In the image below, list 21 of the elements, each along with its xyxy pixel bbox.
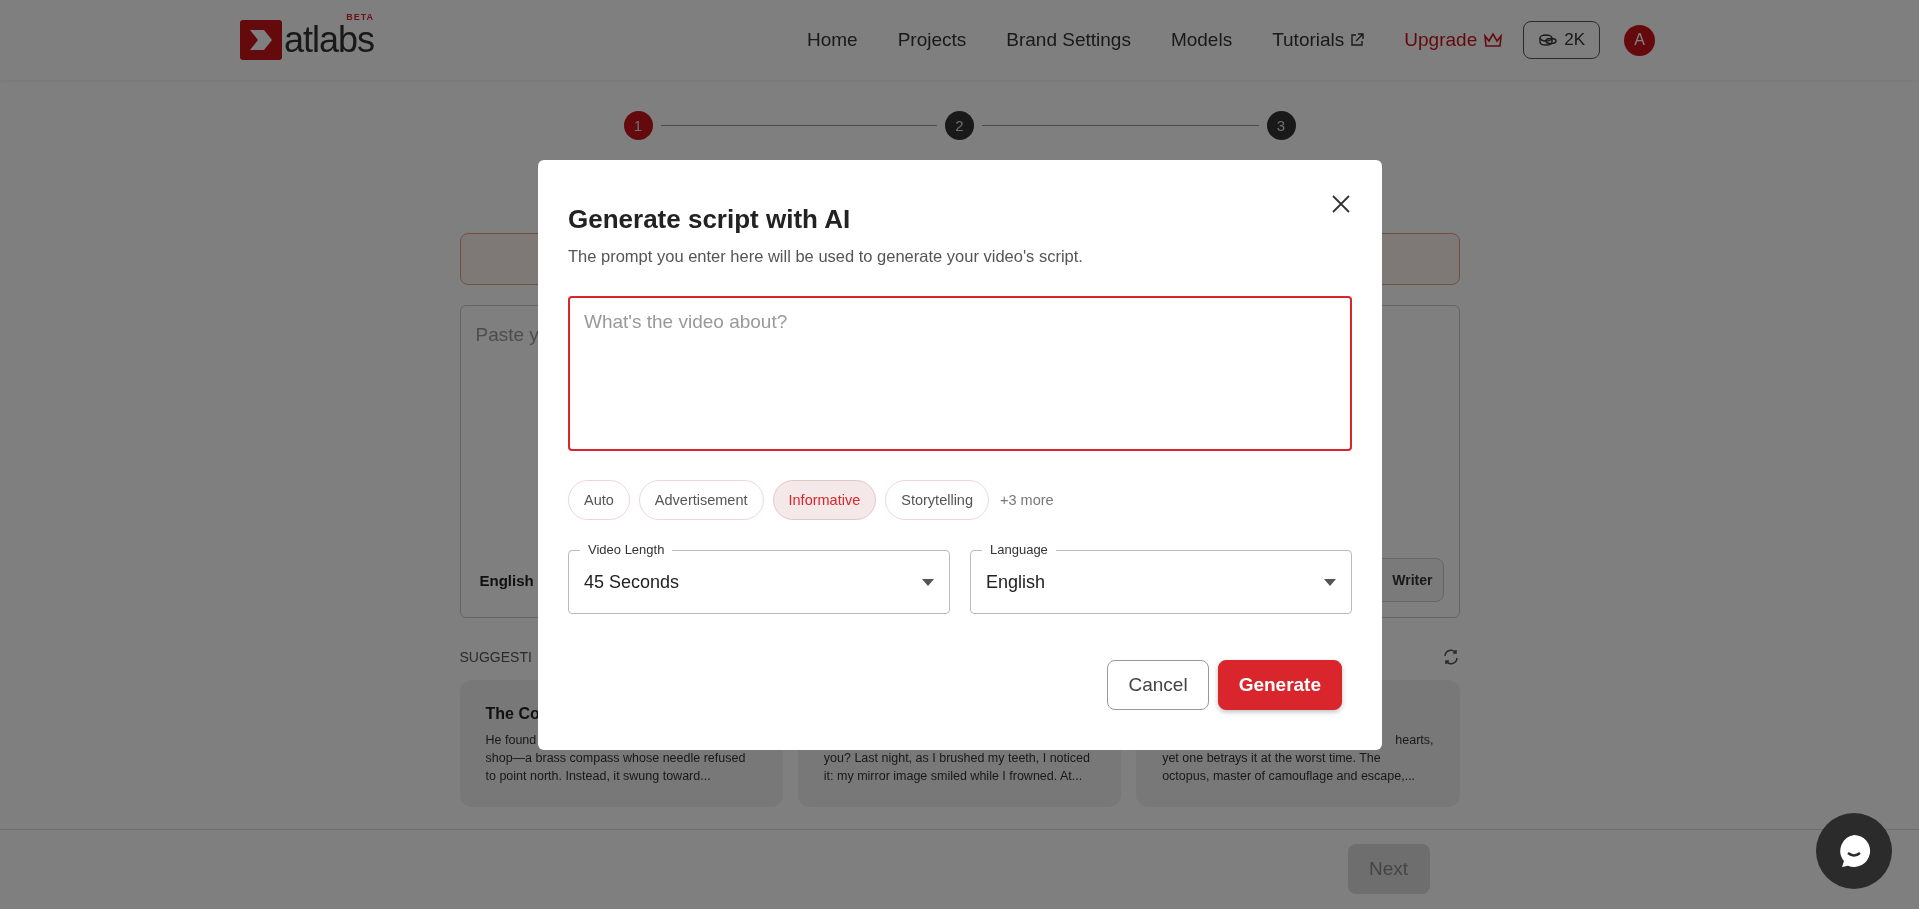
card-text: to point north. Instead, it swung toward... — [485, 768, 712, 785]
card-text: octopus, master of camouflage and escape,... — [1162, 768, 1417, 785]
card-text: hearts, — [1394, 732, 1434, 749]
step-number: 1 — [623, 111, 653, 140]
card-text: you? Last night, as I brushed my teeth, I noticed — [823, 750, 1091, 767]
card-text: He found — [485, 732, 538, 749]
logo-text: atlabs — [284, 22, 375, 58]
language-label: English — [479, 571, 534, 589]
dialog-title: Generate script with AI — [568, 204, 852, 235]
field-value: 45 Seconds — [584, 572, 680, 593]
field-label: Language — [989, 542, 1049, 558]
field-value: English — [986, 572, 1046, 593]
card-text: it: my mirror image smiled while I frowned. At... — [823, 768, 1084, 785]
field-label: Video Length — [587, 542, 666, 558]
step-number: 2 — [945, 111, 974, 140]
card-text: shop—a brass compass whose needle refused — [485, 750, 747, 767]
step-number: 3 — [1266, 111, 1296, 140]
card-text: yet one betrays it at the worst time. The — [1162, 750, 1382, 767]
beta-label: BETA — [346, 12, 375, 22]
suggestions-heading: SUGGESTI — [459, 649, 532, 665]
dialog-subtitle: The prompt you enter here will be used to generate your video's script. — [568, 247, 1084, 266]
